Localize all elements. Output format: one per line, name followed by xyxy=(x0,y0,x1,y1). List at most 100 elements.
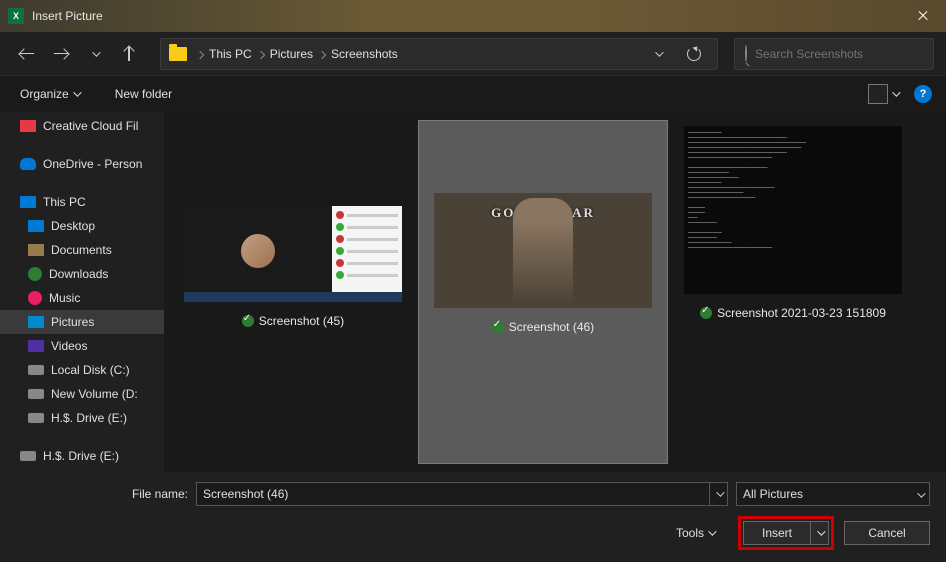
help-button[interactable]: ? xyxy=(914,85,932,103)
nav-bar: This PC Pictures Screenshots xyxy=(0,32,946,76)
sidebar-item-thispc[interactable]: This PC xyxy=(0,190,164,214)
filename-input[interactable] xyxy=(196,482,728,506)
disk-icon xyxy=(28,413,44,423)
up-button[interactable] xyxy=(114,39,144,69)
sidebar-label: Desktop xyxy=(51,219,95,233)
pc-icon xyxy=(20,196,36,208)
sidebar-item-onedrive[interactable]: OneDrive - Person xyxy=(0,152,164,176)
organize-menu[interactable]: Organize xyxy=(14,83,85,105)
file-name: Screenshot (45) xyxy=(259,314,344,328)
sidebar-label: Music xyxy=(49,291,80,305)
sidebar-item-desktop[interactable]: Desktop xyxy=(0,214,164,238)
sidebar-item-hsdrive-e2[interactable]: H.$. Drive (E:) xyxy=(0,444,164,468)
sidebar-label: Pictures xyxy=(51,315,94,329)
back-icon xyxy=(20,53,34,55)
sidebar-label: New Volume (D: xyxy=(51,387,138,401)
sidebar-item-newvolume-d[interactable]: New Volume (D: xyxy=(0,382,164,406)
insert-dropdown[interactable] xyxy=(810,522,828,544)
footer: File name: All Pictures Tools Insert Can… xyxy=(0,472,946,562)
sidebar-item-music[interactable]: Music xyxy=(0,286,164,310)
file-item[interactable]: GOD OF WAR Screenshot (46) xyxy=(418,120,668,464)
chevron-down-icon xyxy=(716,488,724,496)
chevron-down-icon xyxy=(655,48,663,56)
breadcrumb-screenshots[interactable]: Screenshots xyxy=(327,47,402,61)
insert-button[interactable]: Insert xyxy=(743,521,829,545)
thumbnail-image: ━━━━━━━━━━━━━━━━━━━━━━━━━━━━━━━━━━━━━━━━… xyxy=(684,126,902,294)
search-input[interactable] xyxy=(734,38,934,70)
breadcrumb-pictures[interactable]: Pictures xyxy=(266,47,317,61)
filename-label: File name: xyxy=(128,487,188,501)
filetype-filter[interactable]: All Pictures xyxy=(736,482,930,506)
tools-menu[interactable]: Tools xyxy=(676,526,714,540)
forward-button[interactable] xyxy=(46,39,76,69)
sidebar-label: This PC xyxy=(43,195,86,209)
sidebar-label: H.$. Drive (E:) xyxy=(51,411,127,425)
chevron-right-icon xyxy=(256,51,264,59)
sidebar-item-pictures[interactable]: Pictures xyxy=(0,310,164,334)
insert-label: Insert xyxy=(762,526,792,540)
thumbnail-image xyxy=(184,192,402,302)
chevron-down-icon xyxy=(917,489,925,497)
chevron-down-icon xyxy=(92,48,100,56)
title-bar: X Insert Picture xyxy=(0,0,946,32)
breadcrumb-thispc[interactable]: This PC xyxy=(205,47,256,61)
tools-label: Tools xyxy=(676,526,704,540)
refresh-button[interactable] xyxy=(679,39,709,69)
address-dropdown[interactable] xyxy=(643,39,673,69)
file-list: Screenshot (45) GOD OF WAR Screenshot (4… xyxy=(164,112,946,472)
search-icon xyxy=(745,46,747,61)
chevron-down-icon xyxy=(73,88,81,96)
file-item[interactable]: Screenshot (45) xyxy=(168,120,418,464)
onedrive-icon xyxy=(20,158,36,170)
toolbar: Organize New folder ? xyxy=(0,76,946,112)
address-bar[interactable]: This PC Pictures Screenshots xyxy=(160,38,718,70)
up-icon xyxy=(128,47,130,61)
file-item[interactable]: ━━━━━━━━━━━━━━━━━━━━━━━━━━━━━━━━━━━━━━━━… xyxy=(668,120,918,464)
videos-icon xyxy=(28,340,44,352)
disk-icon xyxy=(28,365,44,375)
sidebar-label: Creative Cloud Fil xyxy=(43,119,138,133)
search-field[interactable] xyxy=(755,47,923,61)
disk-icon xyxy=(28,389,44,399)
sidebar-item-localdisk-c[interactable]: Local Disk (C:) xyxy=(0,358,164,382)
disk-icon xyxy=(20,451,36,461)
back-button[interactable] xyxy=(12,39,42,69)
sidebar-item-videos[interactable]: Videos xyxy=(0,334,164,358)
music-icon xyxy=(28,291,42,305)
file-name: Screenshot 2021-03-23 151809 xyxy=(717,306,886,320)
documents-icon xyxy=(28,244,44,256)
sidebar-label: H.$. Drive (E:) xyxy=(43,449,119,463)
folder-icon xyxy=(169,47,187,61)
desktop-icon xyxy=(28,220,44,232)
sidebar-item-documents[interactable]: Documents xyxy=(0,238,164,262)
chevron-right-icon xyxy=(318,51,326,59)
view-button[interactable] xyxy=(868,84,898,104)
insert-highlight: Insert xyxy=(738,516,834,550)
chevron-right-icon xyxy=(196,51,204,59)
sidebar-label: Videos xyxy=(51,339,87,353)
filename-field[interactable] xyxy=(197,487,709,501)
close-icon xyxy=(917,10,929,22)
filename-dropdown[interactable] xyxy=(709,483,727,505)
file-name: Screenshot (46) xyxy=(509,320,594,334)
chevron-down-icon xyxy=(817,527,825,535)
pictures-icon xyxy=(28,316,44,328)
sidebar-label: Documents xyxy=(51,243,112,257)
sidebar-label: OneDrive - Person xyxy=(43,157,142,171)
app-icon: X xyxy=(8,8,24,24)
cancel-label: Cancel xyxy=(868,526,905,540)
recent-button[interactable] xyxy=(80,39,110,69)
chevron-down-icon xyxy=(708,527,716,535)
organize-label: Organize xyxy=(20,87,69,101)
sidebar-item-hsdrive-e[interactable]: H.$. Drive (E:) xyxy=(0,406,164,430)
sidebar: Creative Cloud Fil OneDrive - Person Thi… xyxy=(0,112,164,472)
close-button[interactable] xyxy=(900,0,946,32)
filter-label: All Pictures xyxy=(743,487,803,501)
cancel-button[interactable]: Cancel xyxy=(844,521,930,545)
view-icon xyxy=(868,84,888,104)
sidebar-item-creativecloud[interactable]: Creative Cloud Fil xyxy=(0,114,164,138)
new-folder-button[interactable]: New folder xyxy=(109,83,178,105)
sidebar-label: Local Disk (C:) xyxy=(51,363,130,377)
sidebar-item-downloads[interactable]: Downloads xyxy=(0,262,164,286)
refresh-icon xyxy=(687,47,701,61)
